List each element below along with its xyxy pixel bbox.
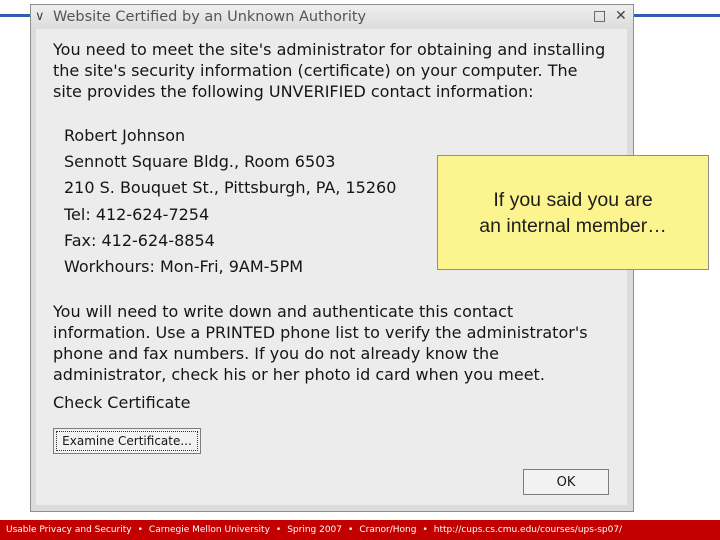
examine-certificate-button[interactable]: Examine Certificate...: [53, 428, 201, 454]
maximize-icon[interactable]: □: [593, 8, 606, 24]
instructions-line: information. Use a PRINTED phone list to…: [53, 323, 588, 342]
footer-term: Spring 2007: [287, 525, 343, 535]
contact-building: Sennott Square Bldg., Room 6503: [64, 152, 336, 172]
intro-line: site provides the following UNVERIFIED c…: [53, 82, 534, 101]
instructions-line: phone and fax numbers. If you do not alr…: [53, 344, 499, 363]
contact-fax: Fax: 412-624-8854: [64, 230, 215, 250]
contact-name: Robert Johnson: [64, 126, 186, 145]
ok-button[interactable]: OK: [523, 469, 609, 495]
window-menu-icon[interactable]: ∨: [35, 9, 45, 24]
contact-phone: Tel: 412-624-7254: [64, 204, 210, 224]
footer-separator: •: [275, 525, 282, 535]
dialog-titlebar[interactable]: ∨ Website Certified by an Unknown Author…: [31, 5, 633, 30]
footer-course: Usable Privacy and Security: [6, 525, 132, 535]
intro-line: the site's security information (certifi…: [53, 61, 578, 80]
slide-callout: If you said you are an internal member…: [437, 155, 709, 270]
footer-university: Carnegie Mellon University: [148, 525, 270, 535]
footer-separator: •: [137, 525, 143, 535]
dialog-body: You need to meet the site's administrato…: [31, 29, 633, 511]
contact-info: Robert Johnson Sennott Square Bldg., Roo…: [64, 123, 396, 280]
close-icon[interactable]: ✕: [615, 8, 627, 24]
instructions-line: You will need to write down and authenti…: [53, 302, 514, 321]
footer-separator: •: [348, 525, 354, 535]
callout-line: If you said you are: [493, 188, 653, 211]
slide-footer: Usable Privacy and Security • Carnegie Mel…: [0, 520, 720, 540]
intro-text: You need to meet the site's administrato…: [53, 39, 605, 102]
dialog-title: Website Certified by an Unknown Authorit…: [53, 9, 367, 25]
instructions-line: administrator, check his or her photo id…: [53, 365, 545, 384]
footer-url: http://cups.cs.cmu.edu/courses/ups-sp07/: [433, 525, 623, 535]
contact-address: 210 S. Bouquet St., Pittsburgh, PA, 1526…: [64, 178, 397, 198]
footer-separator: •: [422, 525, 428, 535]
contact-workhours: Workhours: Mon-Fri, 9AM-5PM: [64, 256, 304, 276]
instructions-text: You will need to write down and authenti…: [53, 301, 588, 385]
check-certificate-label: Check Certificate: [53, 393, 191, 412]
footer-authors: Cranor/Hong: [359, 525, 417, 535]
callout-line: an internal member…: [479, 214, 667, 237]
intro-line: You need to meet the site's administrato…: [53, 40, 606, 59]
